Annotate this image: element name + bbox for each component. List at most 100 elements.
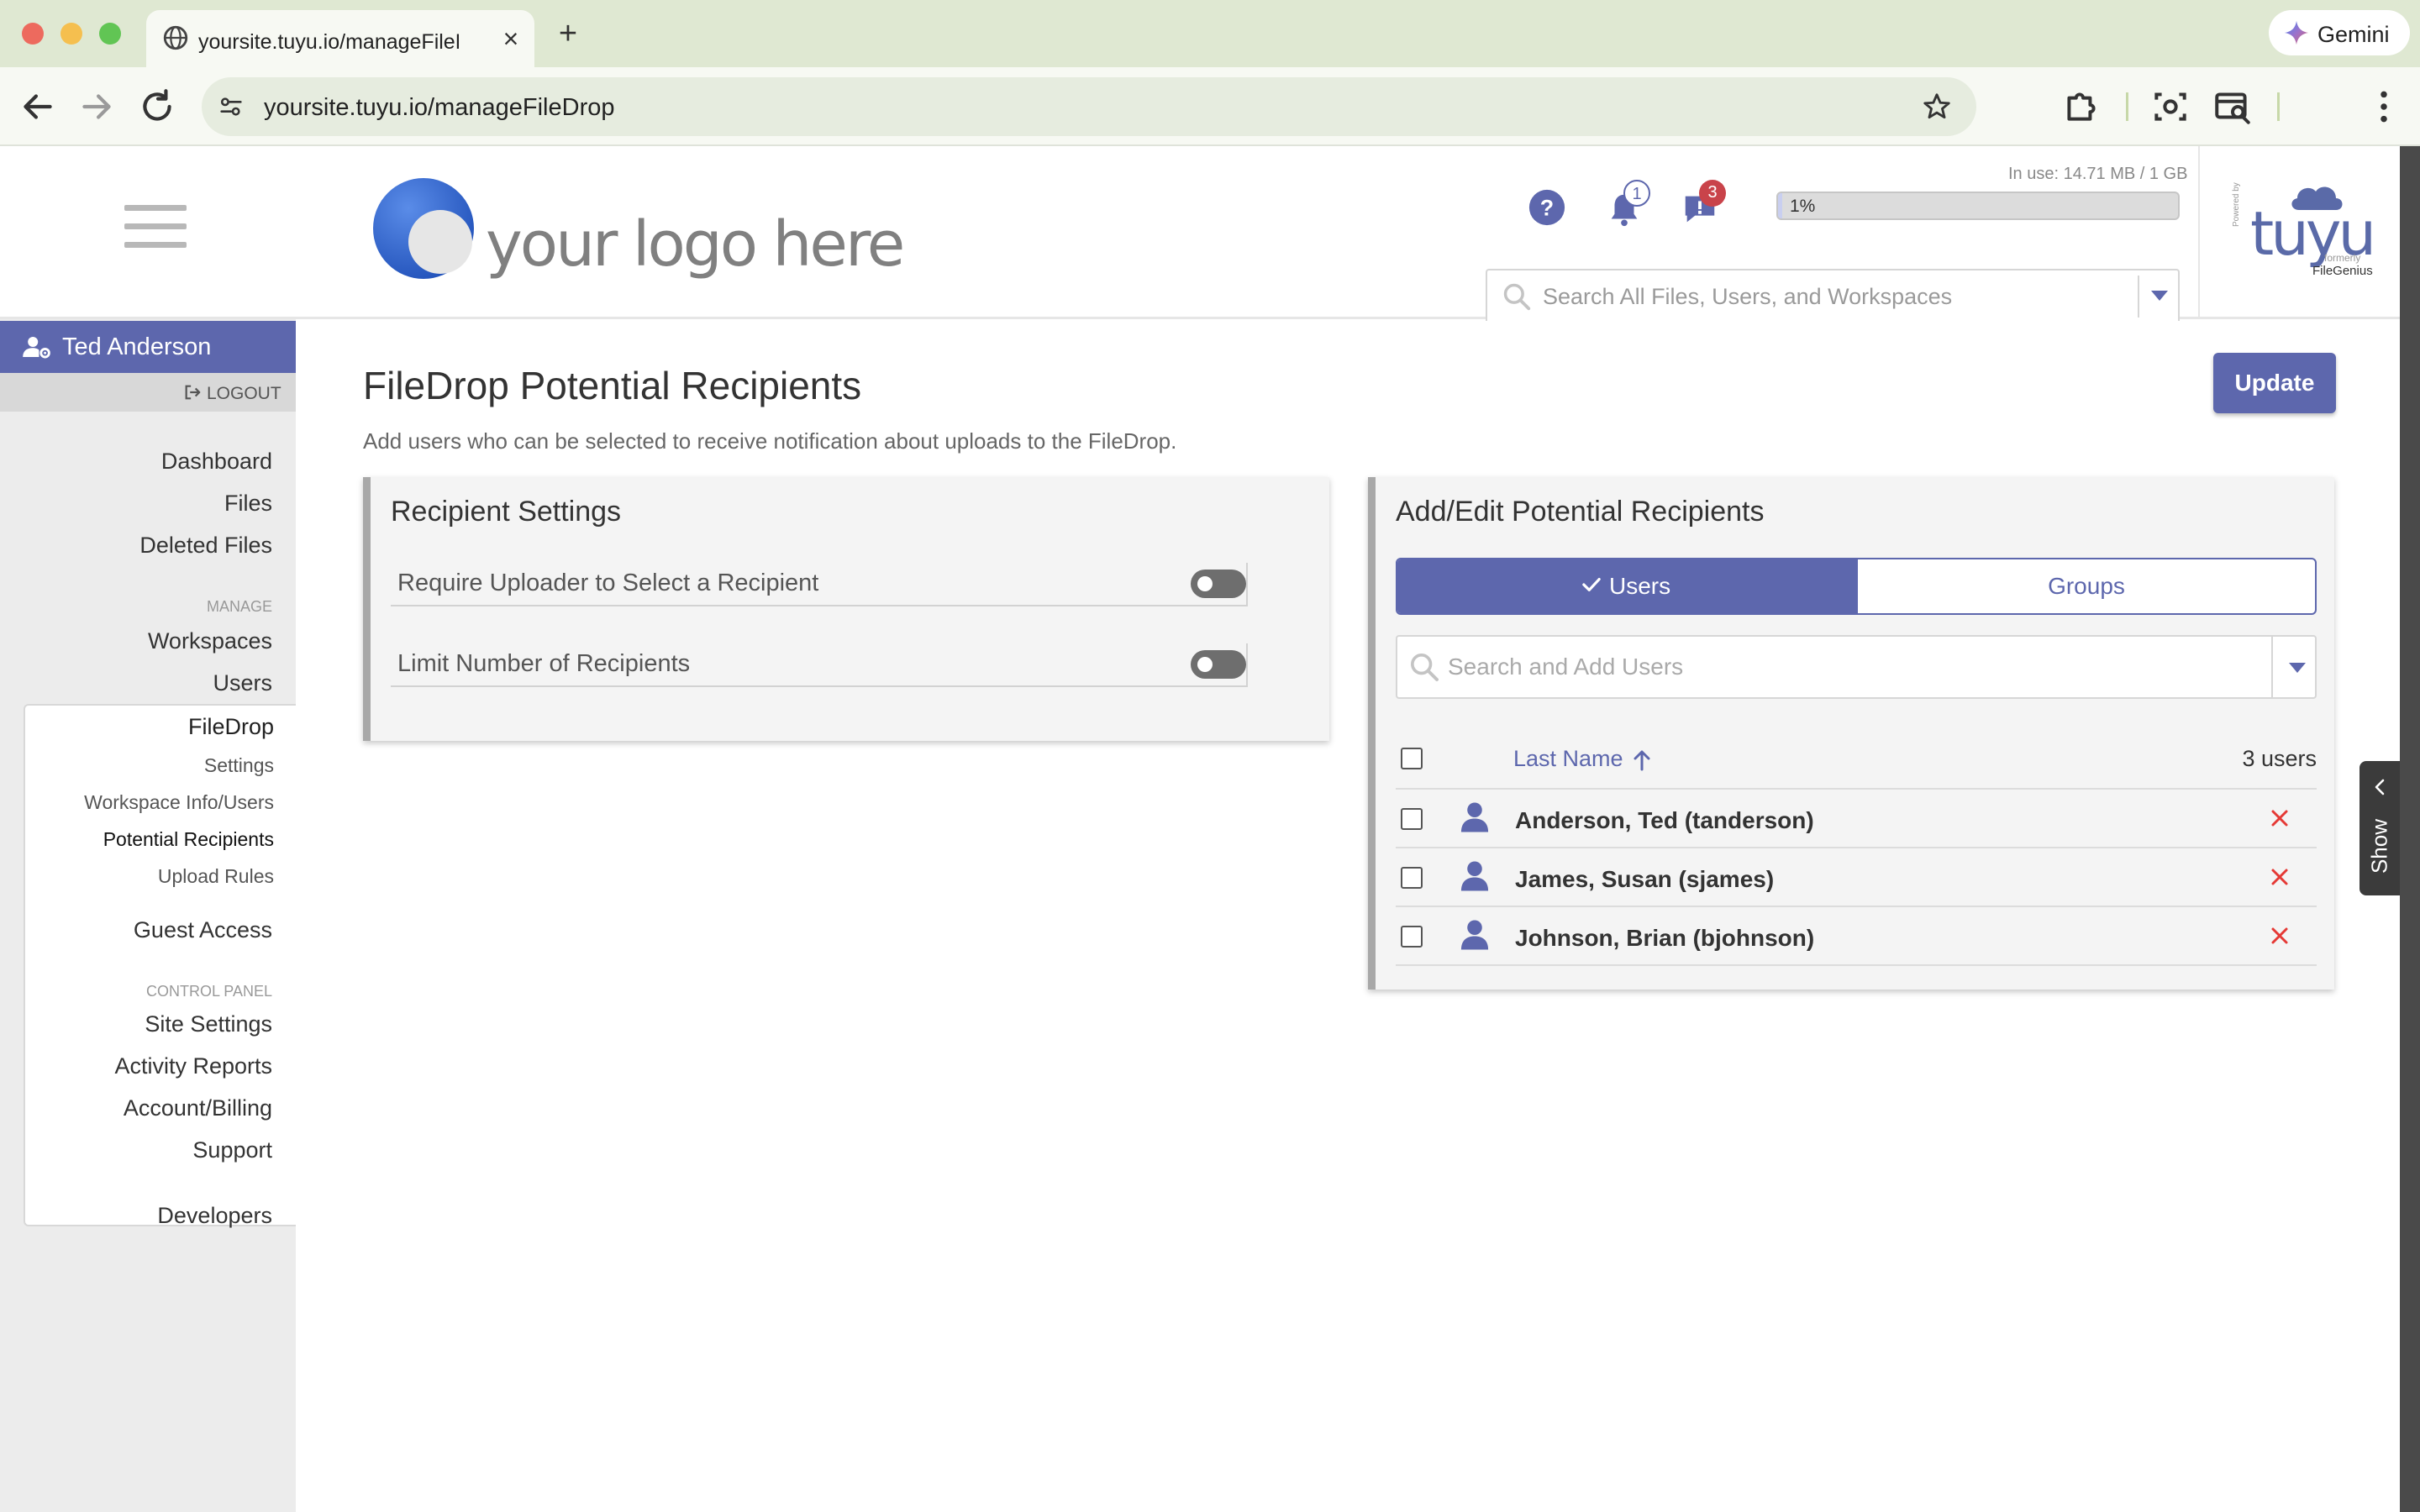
new-tab-button[interactable]: + (550, 15, 587, 52)
sidebar-item-filedrop[interactable]: FileDrop (188, 714, 274, 740)
sidebar-item-dashboard[interactable]: Dashboard (161, 449, 272, 475)
back-arrow-icon[interactable] (17, 86, 59, 128)
recipient-settings-title: Recipient Settings (391, 496, 622, 528)
screenshot-lens-icon[interactable] (2149, 86, 2191, 128)
hamburger-menu-icon[interactable] (124, 205, 187, 249)
user-count: 3 users (2242, 746, 2317, 771)
window-minimize-button[interactable] (60, 23, 82, 45)
recipient-name: Anderson, Ted (tanderson) (1515, 807, 1814, 833)
browser-tab-bar: yoursite.tuyu.io/manageFileDrop × + Gemi… (0, 0, 2420, 67)
remove-x-icon[interactable] (2270, 926, 2290, 946)
tab-close-icon[interactable]: × (494, 22, 528, 55)
tab-search-icon[interactable] (2212, 86, 2254, 128)
browser-tab-active[interactable]: yoursite.tuyu.io/manageFileDrop × (146, 10, 534, 67)
toggle-label: Limit Number of Recipients (397, 650, 691, 677)
browser-toolbar: yoursite.tuyu.io/manageFileDrop (0, 67, 2420, 146)
select-all-checkbox[interactable] (1401, 748, 1423, 769)
sidebar-subitem-potential-recipients[interactable]: Potential Recipients (103, 828, 274, 851)
recipient-type-tabs: Users Groups (1396, 558, 2317, 615)
brand-formerly: formerly (2324, 252, 2361, 264)
brand-powered-by: Powered by (2232, 182, 2241, 227)
sidebar-item-site-settings[interactable]: Site Settings (145, 1011, 272, 1037)
require-recipient-toggle[interactable] (1191, 570, 1246, 598)
browser-menu-icon[interactable] (2363, 86, 2405, 128)
sidebar-item-activity-reports[interactable]: Activity Reports (114, 1053, 272, 1079)
app-header: your logo here ? 1 3 In use: 14.71 MB / … (0, 146, 2400, 321)
sidebar-item-workspaces[interactable]: Workspaces (148, 628, 272, 654)
tuyu-brand-logo: Powered by tuyu formerly FileGenius (2232, 180, 2376, 281)
sidebar-item-users[interactable]: Users (213, 670, 272, 696)
row-edge (1246, 643, 1248, 687)
storage-percent: 1% (1790, 197, 1816, 216)
table-row: James, Susan (sjames) (1396, 848, 2317, 907)
toolbar-divider (2126, 92, 2128, 121)
sort-arrow-up-icon[interactable] (1633, 749, 1651, 771)
gemini-label: Gemini (2317, 22, 2390, 47)
limit-recipients-toggle[interactable] (1191, 650, 1246, 679)
row-checkbox[interactable] (1401, 926, 1423, 948)
gemini-button[interactable]: Gemini (2269, 10, 2410, 55)
gemini-sparkle-icon (2284, 20, 2309, 45)
address-bar[interactable]: yoursite.tuyu.io/manageFileDrop (202, 77, 1976, 136)
reload-icon[interactable] (136, 86, 178, 128)
sidebar-item-developers[interactable]: Developers (157, 1203, 272, 1229)
bookmark-star-icon[interactable] (1921, 91, 1953, 123)
search-icon (1503, 283, 1531, 311)
page-scrollbar[interactable] (2400, 146, 2420, 1512)
row-edge (1246, 563, 1248, 606)
update-button[interactable]: Update (2213, 353, 2336, 413)
toggle-row-limit-recipients: Limit Number of Recipients (391, 638, 1248, 687)
window-close-button[interactable] (22, 23, 44, 45)
tab-users[interactable]: Users (1397, 559, 1858, 613)
show-panel-tab[interactable]: Show (2360, 761, 2400, 895)
row-checkbox[interactable] (1401, 867, 1423, 889)
sidebar-item-deleted-files[interactable]: Deleted Files (139, 533, 272, 559)
global-search-input[interactable] (1543, 279, 2106, 314)
chevron-down-icon[interactable] (2149, 289, 2170, 302)
tab-title: yoursite.tuyu.io/manageFileDrop (198, 30, 459, 54)
toggle-row-require-recipient: Require Uploader to Select a Recipient (391, 558, 1248, 606)
sidebar-item-files[interactable]: Files (224, 491, 272, 517)
recipient-name: James, Susan (sjames) (1515, 866, 1775, 892)
storage-progress-bar: 1% (1776, 192, 2180, 220)
search-divider (2271, 637, 2273, 697)
storage-progress-fill (1778, 193, 1782, 218)
search-icon (1411, 654, 1439, 681)
remove-x-icon[interactable] (2270, 808, 2290, 828)
sidebar-item-guest-access[interactable]: Guest Access (134, 917, 272, 943)
sidebar-subitem-workspace-info[interactable]: Workspace Info/Users (84, 791, 274, 814)
window-maximize-button[interactable] (99, 23, 121, 45)
logo-circle-icon (373, 178, 474, 279)
row-checkbox[interactable] (1401, 808, 1423, 830)
user-search-input[interactable] (1448, 650, 2254, 684)
help-icon[interactable]: ? (1528, 188, 1566, 227)
chevron-down-icon[interactable] (2288, 662, 2307, 674)
sidebar-subitem-upload-rules[interactable]: Upload Rules (158, 865, 274, 888)
sort-last-name-header[interactable]: Last Name (1513, 746, 1623, 772)
user-settings-icon (23, 337, 50, 359)
logout-button[interactable]: LOGOUT (0, 373, 296, 412)
site-logo[interactable]: your logo here (373, 171, 905, 297)
remove-x-icon[interactable] (2270, 867, 2290, 887)
tab-users-label: Users (1609, 573, 1671, 599)
logout-icon (185, 385, 201, 400)
toggle-knob (1197, 576, 1213, 591)
sidebar-item-support[interactable]: Support (192, 1137, 272, 1163)
show-panel-label-wrap: Show (2363, 811, 2396, 879)
toggle-knob (1197, 657, 1213, 672)
globe-icon (163, 25, 188, 50)
recipients-table-header: Last Name 3 users (1396, 729, 2317, 790)
search-divider (2138, 276, 2139, 318)
storage-usage-label: In use: 14.71 MB / 1 GB (2008, 165, 2188, 183)
site-settings-icon[interactable] (217, 92, 245, 121)
table-row: Anderson, Ted (tanderson) (1396, 790, 2317, 848)
extensions-puzzle-icon[interactable] (2060, 86, 2102, 128)
sidebar-section-manage: MANAGE (206, 598, 272, 615)
global-search-box (1486, 269, 2180, 321)
tab-groups[interactable]: Groups (1858, 559, 2315, 613)
sidebar-user-bar[interactable]: Ted Anderson (0, 321, 296, 373)
tab-groups-label: Groups (2048, 573, 2125, 599)
forward-arrow-icon[interactable] (76, 86, 118, 128)
sidebar-subitem-settings[interactable]: Settings (204, 754, 274, 777)
sidebar-item-account-billing[interactable]: Account/Billing (124, 1095, 272, 1121)
